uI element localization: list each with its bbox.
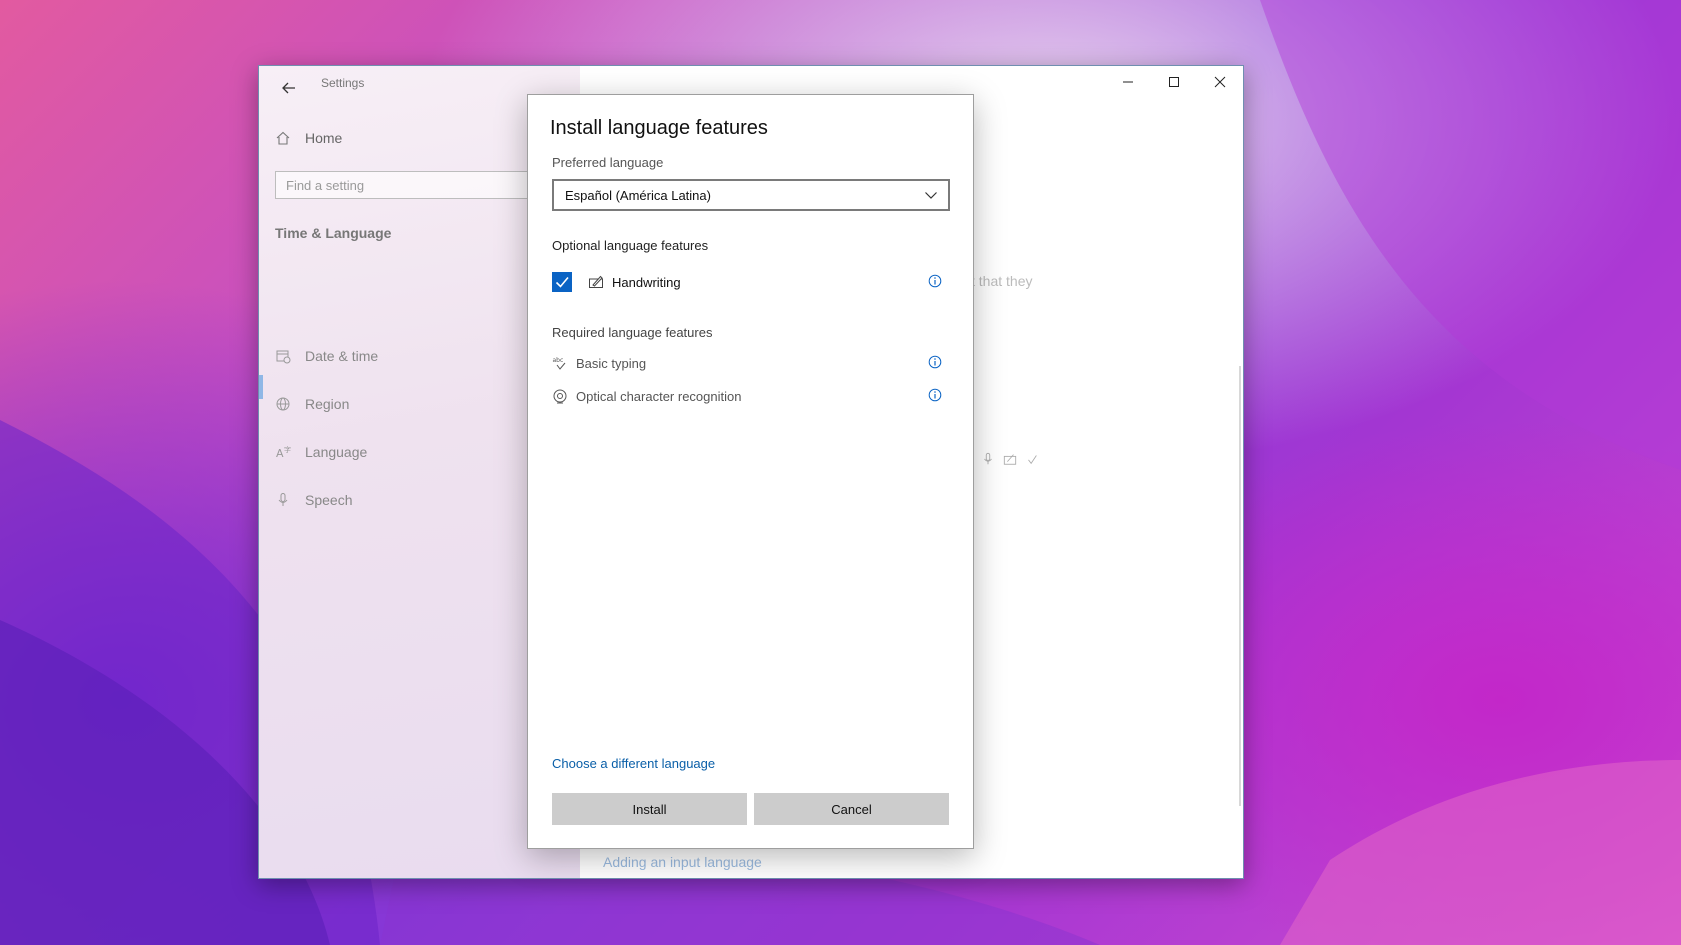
window-controls bbox=[1105, 66, 1243, 98]
feature-row-handwriting: Handwriting bbox=[552, 270, 950, 294]
sidebar-item-label: Date & time bbox=[305, 348, 379, 364]
svg-text:abc: abc bbox=[553, 357, 564, 364]
minimize-button[interactable] bbox=[1105, 66, 1151, 98]
handwriting-icon bbox=[1003, 454, 1017, 465]
app-title: Settings bbox=[321, 76, 365, 90]
dialog-title: Install language features bbox=[550, 117, 768, 139]
svg-text:字: 字 bbox=[284, 445, 291, 454]
optional-features-heading: Optional language features bbox=[552, 238, 709, 253]
feature-row-basic-typing: abc Basic typing bbox=[552, 351, 950, 375]
cancel-button[interactable]: Cancel bbox=[754, 793, 949, 825]
maximize-button[interactable] bbox=[1151, 66, 1197, 98]
choose-different-language-link[interactable]: Choose a different language bbox=[552, 756, 715, 771]
info-icon[interactable] bbox=[928, 274, 944, 290]
preferred-language-label: Preferred language bbox=[552, 155, 664, 170]
sidebar-item-label: Speech bbox=[305, 492, 353, 508]
nav-home-label: Home bbox=[305, 130, 343, 146]
ocr-icon bbox=[552, 388, 568, 404]
globe-icon bbox=[275, 396, 293, 412]
background-feature-icons bbox=[981, 452, 1039, 466]
svg-text:A: A bbox=[276, 447, 284, 460]
info-icon[interactable] bbox=[928, 355, 944, 371]
background-text: t that they bbox=[971, 273, 1033, 289]
sidebar-item-language[interactable]: A字 Language bbox=[275, 440, 367, 464]
feature-label: Optical character recognition bbox=[576, 388, 742, 404]
language-icon: A字 bbox=[275, 444, 293, 460]
info-icon[interactable] bbox=[928, 388, 944, 404]
adding-input-language-link[interactable]: Adding an input language bbox=[603, 854, 762, 870]
scrollbar[interactable] bbox=[1239, 366, 1241, 806]
selected-indicator bbox=[259, 375, 263, 399]
search-placeholder: Find a setting bbox=[286, 177, 365, 193]
close-button[interactable] bbox=[1197, 66, 1243, 98]
handwriting-icon bbox=[588, 274, 604, 290]
home-icon bbox=[275, 130, 293, 146]
install-language-features-dialog: Install language features Preferred lang… bbox=[527, 94, 974, 849]
minimize-icon bbox=[1123, 81, 1133, 83]
microphone-icon bbox=[275, 492, 293, 508]
desktop-wallpaper: Settings Home Find a setting Time & Lang… bbox=[0, 0, 1681, 945]
back-arrow-icon bbox=[282, 82, 295, 94]
sidebar-item-label: Language bbox=[305, 444, 368, 460]
install-button[interactable]: Install bbox=[552, 793, 747, 825]
checkmark-icon bbox=[555, 276, 569, 288]
sidebar-item-region[interactable]: Region bbox=[275, 392, 349, 416]
chevron-down-icon bbox=[925, 192, 937, 199]
microphone-icon bbox=[984, 452, 992, 465]
handwriting-checkbox[interactable] bbox=[552, 272, 572, 292]
nav-home[interactable]: Home bbox=[275, 126, 342, 150]
nav-section-title: Time & Language bbox=[275, 225, 392, 241]
sidebar-item-speech[interactable]: Speech bbox=[275, 488, 352, 512]
feature-label: Basic typing bbox=[576, 355, 647, 371]
spellcheck-icon bbox=[1028, 455, 1037, 465]
back-button[interactable] bbox=[273, 72, 305, 104]
required-features-heading: Required language features bbox=[552, 325, 713, 340]
close-icon bbox=[1214, 76, 1226, 88]
preferred-language-dropdown[interactable]: Español (América Latina) bbox=[552, 179, 950, 211]
feature-label: Handwriting bbox=[612, 274, 681, 290]
spellcheck-icon: abc bbox=[552, 355, 568, 371]
sidebar-item-date-time[interactable]: Date & time bbox=[275, 344, 378, 368]
maximize-icon bbox=[1169, 77, 1179, 87]
sidebar-item-label: Region bbox=[305, 396, 350, 412]
preferred-language-value: Español (América Latina) bbox=[565, 187, 711, 203]
calendar-clock-icon bbox=[275, 348, 293, 364]
feature-row-ocr: Optical character recognition bbox=[552, 384, 950, 408]
